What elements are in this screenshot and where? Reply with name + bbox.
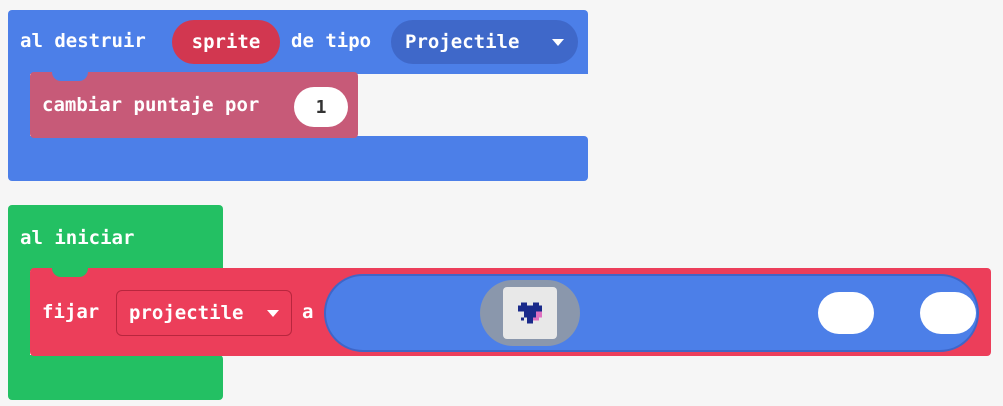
block-notch xyxy=(52,72,88,81)
sprite-argument-label: sprite xyxy=(191,31,261,53)
to-label: a xyxy=(302,301,314,323)
kind-label: de tipo xyxy=(291,30,372,52)
chevron-down-icon xyxy=(267,309,279,317)
vx-input[interactable] xyxy=(818,292,874,334)
variable-dropdown[interactable]: projectile xyxy=(116,290,292,336)
set-label: fijar xyxy=(42,301,100,323)
on-destroyed-block-arm xyxy=(8,70,30,140)
on-start-block-footer[interactable] xyxy=(8,355,223,400)
score-value-input[interactable]: 1 xyxy=(294,87,348,127)
change-score-label: cambiar puntaje por xyxy=(42,94,260,116)
variable-dropdown-value: projectile xyxy=(129,302,244,324)
chevron-down-icon xyxy=(552,38,564,46)
vy-input[interactable] xyxy=(920,292,976,334)
bird-sprite-icon xyxy=(518,302,542,324)
block-notch xyxy=(52,268,88,277)
kind-dropdown[interactable]: Projectile xyxy=(391,20,578,64)
on-destroyed-label: al destruir xyxy=(20,30,146,52)
on-start-label: al iniciar xyxy=(20,227,135,249)
create-projectile-from-side-block[interactable] xyxy=(324,274,979,352)
on-destroyed-block-footer[interactable] xyxy=(8,136,588,181)
sprite-argument-reporter[interactable]: sprite xyxy=(172,20,280,64)
kind-dropdown-value: Projectile xyxy=(405,31,520,53)
sprite-image-icon[interactable] xyxy=(503,287,557,339)
